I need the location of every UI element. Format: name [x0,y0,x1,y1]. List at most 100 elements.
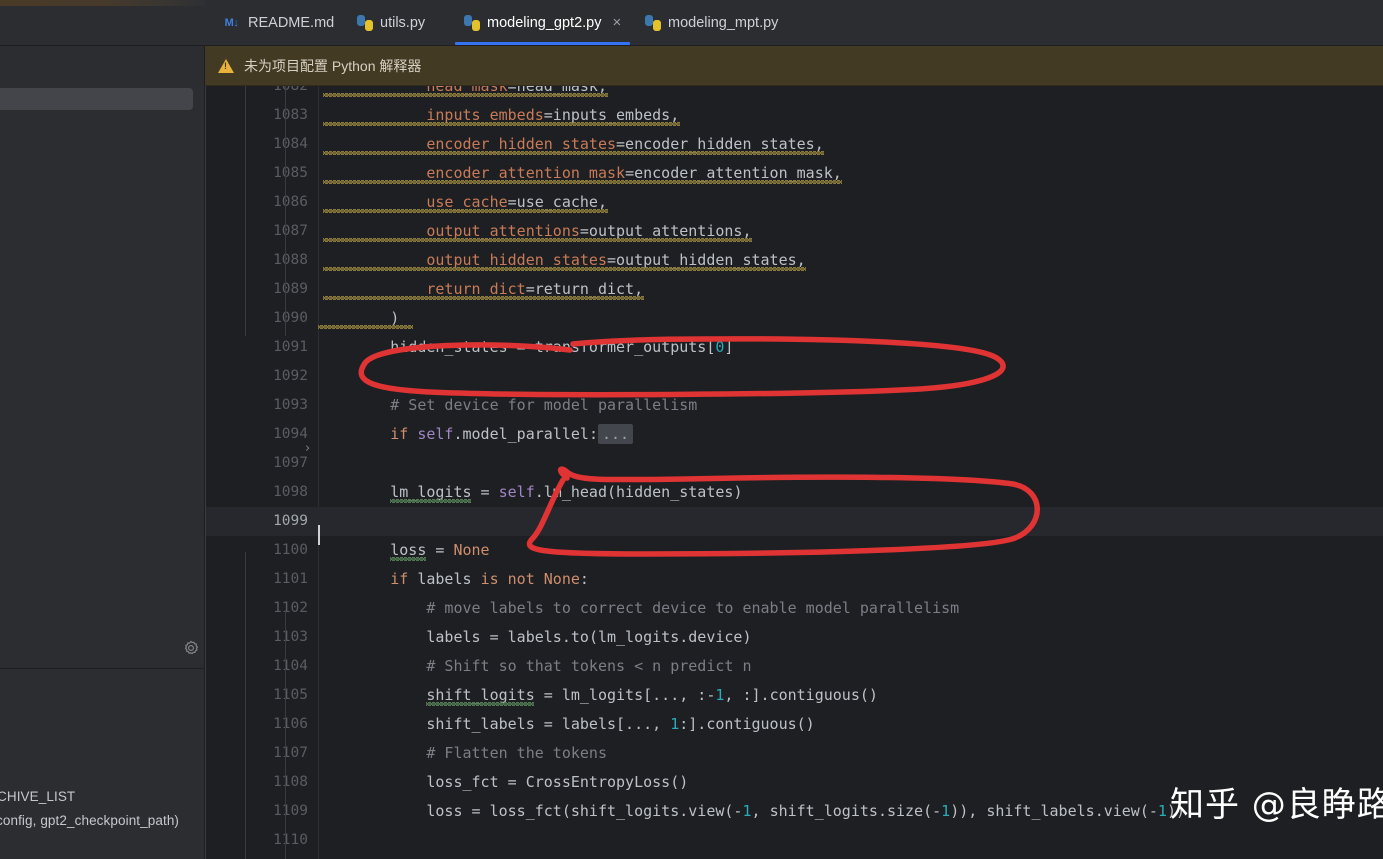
watermark-text: 知乎 @良睁路程序员 [1170,785,1383,825]
tab-label: modeling_gpt2.py [487,14,602,31]
error-squiggle [323,122,680,126]
gutter-row[interactable]: 1104 [205,652,318,681]
code-row[interactable]: output_attentions=output_attentions, [318,217,1383,246]
line-number: 1093 [273,397,308,413]
tab-modeling-gpt2-py[interactable]: modeling_gpt2.py × [453,0,632,45]
code-row[interactable]: return_dict=return_dict, [318,275,1383,304]
code-line-text: # Flatten the tokens [318,744,607,762]
line-number: 1087 [273,223,308,239]
gutter-row[interactable]: 1094 [205,420,318,449]
code-row[interactable]: if self.model_parallel:... [318,420,1383,449]
gutter-row[interactable]: 1101 [205,565,318,594]
code-row[interactable]: # Flatten the tokens [318,739,1383,768]
gutter-row[interactable]: 1102 [205,594,318,623]
close-icon[interactable]: × [612,15,621,30]
tab-utils-py[interactable]: utils.py [346,0,436,45]
gutter-row[interactable]: 1100 [205,536,318,565]
code-line-text: if self.model_parallel:... [318,420,634,449]
gutter-row[interactable]: 1083 [205,101,318,130]
code-row[interactable]: use_cache=use_cache, [318,188,1383,217]
gutter-row[interactable]: 1084 [205,130,318,159]
weak-warning-squiggle [390,499,472,503]
code-row[interactable]: inputs_embeds=inputs_embeds, [318,101,1383,130]
code-row[interactable] [318,826,1383,855]
gutter-row[interactable]: 1106 [205,710,318,739]
gutter-row[interactable]: 1087 [205,217,318,246]
code-row[interactable]: ) [318,304,1383,333]
gutter-row[interactable]: 1093 [205,391,318,420]
code-row[interactable]: head_mask=head_mask, [318,86,1383,101]
line-number: 1084 [273,136,308,152]
line-number: 1098 [273,484,308,500]
code-row[interactable] [318,507,1383,536]
code-row[interactable]: # move labels to correct device to enabl… [318,594,1383,623]
line-number-gutter[interactable]: 1082 1083 1084 1085 1086 1087 1088 1089 1090 1091… [205,86,318,859]
gutter-row[interactable]: 1085 [205,159,318,188]
line-number: 1097 [273,455,308,471]
gutter-row[interactable]: 1105 [205,681,318,710]
indent-guide [285,86,286,336]
folded-code-marker[interactable]: ... [597,424,634,444]
gutter-row[interactable]: 1086 [205,188,318,217]
code-row[interactable]: labels = labels.to(lm_logits.device) [318,623,1383,652]
code-row[interactable]: if labels is not None: [318,565,1383,594]
line-number: 1092 [273,368,308,384]
weak-warning-squiggle [426,702,535,706]
line-number: 1088 [273,252,308,268]
gutter-row[interactable]: 1097 [205,449,318,478]
text-caret [318,525,320,545]
gutter-row[interactable]: 1103 [205,623,318,652]
no-interpreter-notification[interactable]: 未为项目配置 Python 解释器 [205,46,1383,86]
code-row[interactable]: shift_logits = lm_logits[..., :-1, :].co… [318,681,1383,710]
gutter-row[interactable]: 1089 [205,275,318,304]
code-row[interactable] [318,449,1383,478]
code-row[interactable]: hidden_states = transformer_outputs[0] [318,333,1383,362]
gutter-row[interactable]: 1090 [205,304,318,333]
error-squiggle [323,296,644,300]
code-row[interactable]: shift_labels = labels[..., 1:].contiguou… [318,710,1383,739]
code-row[interactable]: encoder_hidden_states=encoder_hidden_sta… [318,130,1383,159]
code-line-text: # Set device for model parallelism [318,396,698,414]
gutter-row[interactable]: 1110 [205,826,318,855]
error-squiggle [323,151,825,155]
editor-tab-strip: M↓ README.md utils.py modeling_gpt2.py ×… [205,0,1383,46]
tab-label: modeling_mpt.py [668,14,779,31]
gutter-row[interactable]: 1088 [205,246,318,275]
code-row[interactable]: lm_logits = self.lm_head(hidden_states) [318,478,1383,507]
gutter-row[interactable]: 1107 [205,739,318,768]
code-row[interactable]: encoder_attention_mask=encoder_attention… [318,159,1383,188]
code-line-text: # Shift so that tokens < n predict n [318,657,752,675]
gutter-row[interactable]: 1082 [205,86,318,101]
line-number: 1090 [273,310,308,326]
code-row[interactable] [318,362,1383,391]
indent-guide [205,86,206,859]
gutter-row[interactable]: 1109 [205,797,318,826]
gutter-row[interactable]: 1099 [205,507,318,536]
code-line-text: shift_labels = labels[..., 1:].contiguou… [426,715,815,733]
code-text-area[interactable]: head_mask=head_mask, inputs_embeds=input… [318,86,1383,859]
left-tool-window: CHIVE_LIST config, gpt2_checkpoint_path) [0,0,205,859]
line-number: 1082 [273,86,308,94]
markdown-icon: M↓ [224,16,239,29]
line-number: 1101 [273,571,308,587]
gear-icon[interactable] [183,640,199,656]
code-line-text: hidden_states = transformer_outputs[0] [390,338,734,356]
indent-guide [245,86,246,336]
code-pane[interactable]: 1082 1083 1084 1085 1086 1087 1088 1089 1090 1091… [205,86,1383,859]
gutter-row[interactable]: 1092 [205,362,318,391]
code-row[interactable]: output_hidden_states=output_hidden_state… [318,246,1383,275]
code-row[interactable]: # Shift so that tokens < n predict n [318,652,1383,681]
sidebar-divider [0,668,205,669]
gutter-row[interactable]: 1108 [205,768,318,797]
gutter-row[interactable]: 1091 [205,333,318,362]
sidebar-selected-row[interactable] [0,88,193,110]
code-fold-arrow[interactable]: › [305,434,310,463]
tab-readme-md[interactable]: M↓ README.md [211,0,345,45]
code-row[interactable]: # Set device for model parallelism [318,391,1383,420]
tab-modeling-mpt-py[interactable]: modeling_mpt.py [634,0,789,45]
error-squiggle [323,209,608,213]
gutter-row[interactable]: 1098 [205,478,318,507]
code-row[interactable]: loss = None [318,536,1383,565]
error-squiggle [318,325,413,329]
python-icon [464,14,480,31]
